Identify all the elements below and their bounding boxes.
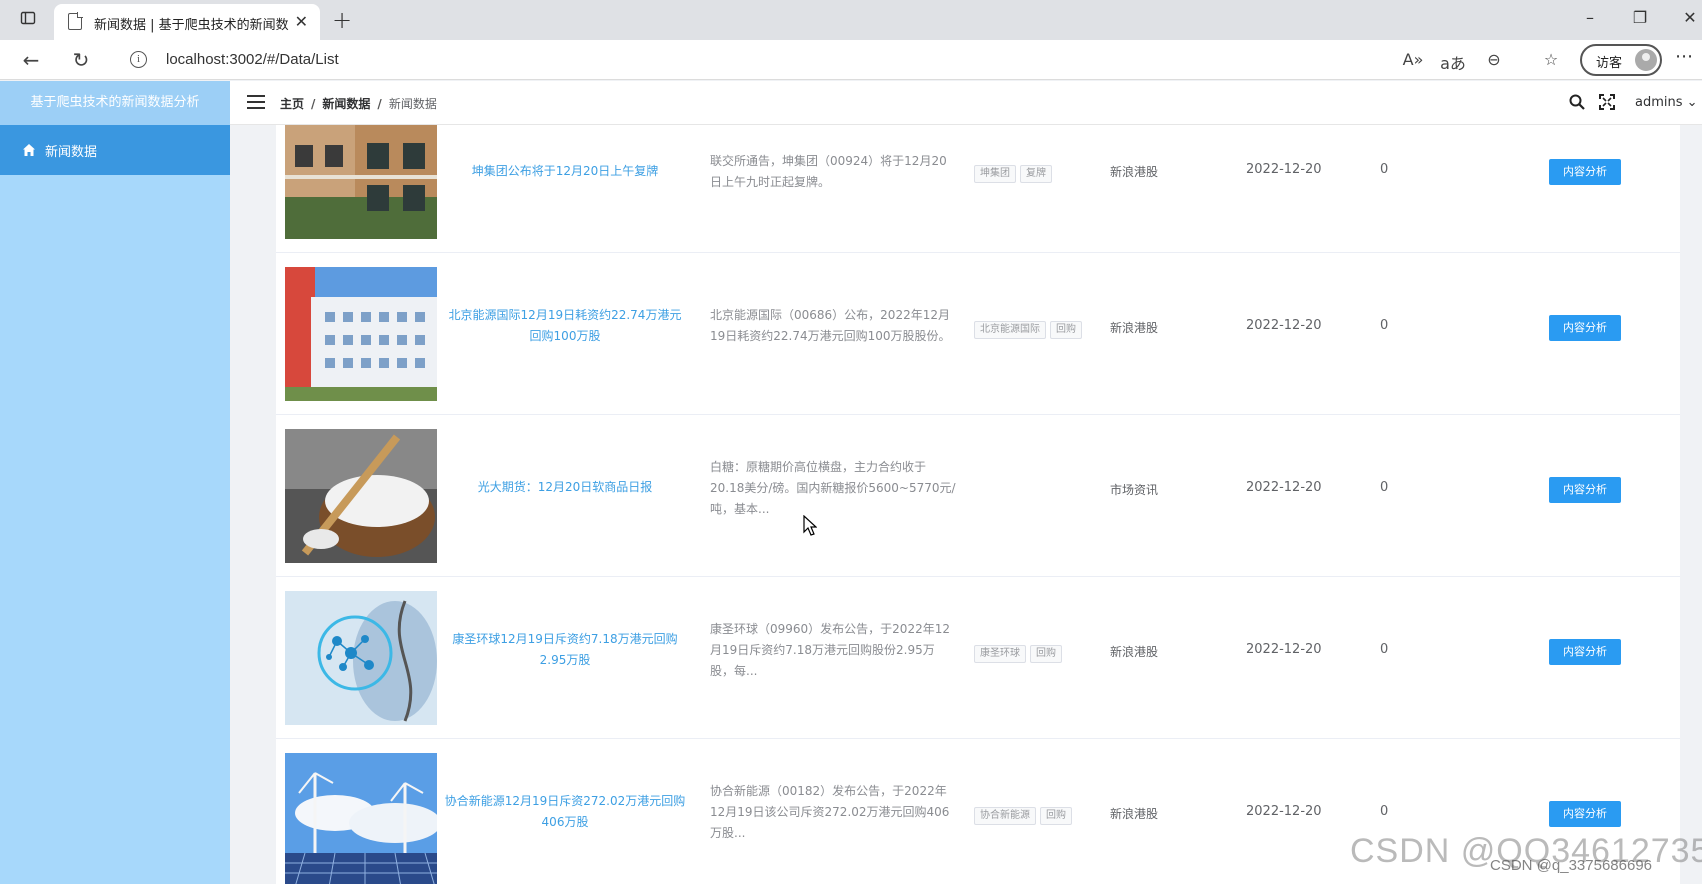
tag: 回购: [1030, 645, 1062, 663]
news-summary: 北京能源国际（00686）公布，2022年12月19日耗资约22.74万港元回购…: [710, 308, 951, 343]
profile-label: 访客: [1596, 56, 1623, 71]
news-title[interactable]: 北京能源国际12月19日耗资约22.74万港元回购100万股: [444, 305, 686, 347]
tag: 康圣环球: [974, 645, 1026, 663]
breadcrumb: 主页 / 新闻数据 / 新闻数据: [280, 97, 437, 111]
url-field[interactable]: i localhost:3002/#/Data/List: [116, 45, 1446, 75]
app-title: 基于爬虫技术的新闻数据分析: [0, 81, 230, 125]
back-icon[interactable]: ←: [18, 48, 44, 72]
content-analysis-button[interactable]: 内容分析: [1549, 477, 1621, 503]
news-summary: 白糖：原糖期价高位横盘，主力合约收于20.18美分/磅。国内新糖报价5600~5…: [710, 460, 956, 516]
favorites-icon[interactable]: ☆: [1538, 50, 1564, 69]
sidebar: 基于爬虫技术的新闻数据分析 新闻数据: [0, 81, 230, 884]
news-date: 2022-12-20: [1246, 480, 1322, 495]
content-analysis-button[interactable]: 内容分析: [1549, 315, 1621, 341]
news-thumbnail[interactable]: [285, 591, 437, 725]
news-date: 2022-12-20: [1246, 642, 1322, 657]
site-info-icon[interactable]: i: [130, 51, 147, 68]
news-tags: 北京能源国际 回购: [974, 317, 1124, 339]
minimize-icon[interactable]: –: [1578, 8, 1602, 27]
profile-button[interactable]: 访客: [1580, 44, 1662, 76]
news-count: 0: [1380, 318, 1389, 333]
news-thumbnail[interactable]: [285, 429, 437, 563]
mouse-cursor-icon: [803, 515, 817, 536]
content-analysis-button[interactable]: 内容分析: [1549, 801, 1621, 827]
sidebar-item-label: 新闻数据: [45, 145, 98, 160]
tag: 回购: [1050, 321, 1082, 339]
news-source: 新浪港股: [1110, 645, 1159, 659]
breadcrumb-current: 新闻数据: [388, 97, 437, 111]
news-source: 新浪港股: [1110, 321, 1159, 335]
new-tab-icon[interactable]: +: [332, 6, 352, 34]
window-close-icon[interactable]: ✕: [1678, 8, 1702, 27]
news-count: 0: [1380, 162, 1389, 177]
news-tags: 坤集团 复牌: [974, 161, 1124, 183]
news-summary: 联交所通告，坤集团（00924）将于12月20日上午九时正起复牌。: [710, 154, 947, 189]
url-text: localhost:3002/#/Data/List: [166, 51, 339, 68]
news-source: 新浪港股: [1110, 807, 1159, 821]
news-date: 2022-12-20: [1246, 162, 1322, 177]
breadcrumb-section[interactable]: 新闻数据: [322, 97, 370, 111]
news-date: 2022-12-20: [1246, 804, 1322, 819]
home-icon: [23, 144, 35, 156]
address-bar: ← ↻ i localhost:3002/#/Data/List A» aあ ⊖…: [0, 40, 1702, 80]
tab-title: 新闻数据 | 基于爬虫技术的新闻数: [94, 18, 289, 33]
tag: 坤集团: [974, 165, 1016, 183]
content-analysis-button[interactable]: 内容分析: [1549, 639, 1621, 665]
news-source: 市场资讯: [1110, 483, 1159, 497]
news-count: 0: [1380, 804, 1389, 819]
news-table: 坤集团公布将于12月20日上午复牌 联交所通告，坤集团（00924）将于12月2…: [276, 125, 1680, 884]
close-tab-icon[interactable]: ✕: [295, 12, 308, 31]
browser-tab[interactable]: 新闻数据 | 基于爬虫技术的新闻数 ✕: [54, 4, 320, 40]
news-thumbnail[interactable]: [285, 125, 437, 239]
news-summary: 康圣环球（09960）发布公告，于2022年12月19日斥资约7.18万港元回购…: [710, 622, 950, 678]
news-count: 0: [1380, 642, 1389, 657]
news-tags: 康圣环球 回购: [974, 641, 1124, 663]
menu-toggle-icon[interactable]: [247, 95, 265, 109]
news-title[interactable]: 康圣环球12月19日斥资约7.18万港元回购2.95万股: [444, 629, 686, 671]
browser-tab-bar: 新闻数据 | 基于爬虫技术的新闻数 ✕ + – ❐ ✕: [0, 0, 1702, 40]
search-icon[interactable]: [1569, 94, 1585, 110]
news-title[interactable]: 坤集团公布将于12月20日上午复牌: [444, 161, 686, 182]
zoom-icon[interactable]: ⊖: [1481, 50, 1507, 69]
main-content: 坤集团公布将于12月20日上午复牌 联交所通告，坤集团（00924）将于12月2…: [230, 125, 1702, 884]
news-title[interactable]: 光大期货：12月20日软商品日报: [444, 477, 686, 498]
news-source: 新浪港股: [1110, 165, 1159, 179]
reload-icon[interactable]: ↻: [68, 48, 94, 72]
news-thumbnail[interactable]: [285, 753, 437, 884]
news-summary: 协合新能源（00182）发布公告，于2022年12月19日该公司斥资272.02…: [710, 784, 950, 840]
news-count: 0: [1380, 480, 1389, 495]
page-icon: [68, 12, 83, 30]
watermark-small: CSDN @q_3375686696: [1490, 857, 1653, 874]
content-analysis-button[interactable]: 内容分析: [1549, 159, 1621, 185]
table-row: 光大期货：12月20日软商品日报 白糖：原糖期价高位横盘，主力合约收于20.18…: [276, 415, 1680, 577]
translate-icon[interactable]: aあ: [1440, 50, 1466, 74]
news-title[interactable]: 协合新能源12月19日斥资272.02万港元回购406万股: [444, 791, 686, 833]
breadcrumb-home[interactable]: 主页: [280, 97, 304, 111]
tag: 北京能源国际: [974, 321, 1046, 339]
sidebar-item-news-data[interactable]: 新闻数据: [0, 125, 230, 175]
news-date: 2022-12-20: [1246, 318, 1322, 333]
tab-actions-icon[interactable]: [18, 10, 38, 30]
more-icon[interactable]: ⋯: [1675, 46, 1693, 67]
tag: 回购: [1040, 807, 1072, 825]
table-row: 北京能源国际12月19日耗资约22.74万港元回购100万股 北京能源国际（00…: [276, 253, 1680, 415]
news-tags: 协合新能源 回购: [974, 803, 1124, 825]
restore-icon[interactable]: ❐: [1628, 8, 1652, 27]
table-row: 康圣环球12月19日斥资约7.18万港元回购2.95万股 康圣环球（09960）…: [276, 577, 1680, 739]
read-aloud-icon[interactable]: A»: [1400, 50, 1426, 69]
avatar: [1635, 49, 1657, 71]
tag: 复牌: [1020, 165, 1052, 183]
app-header: 主页 / 新闻数据 / 新闻数据 admins ⌄: [230, 81, 1702, 125]
table-row: 坤集团公布将于12月20日上午复牌 联交所通告，坤集团（00924）将于12月2…: [276, 125, 1680, 253]
news-thumbnail[interactable]: [285, 267, 437, 401]
fullscreen-icon[interactable]: [1599, 94, 1615, 110]
tag: 协合新能源: [974, 807, 1036, 825]
user-menu[interactable]: admins ⌄: [1635, 95, 1698, 110]
